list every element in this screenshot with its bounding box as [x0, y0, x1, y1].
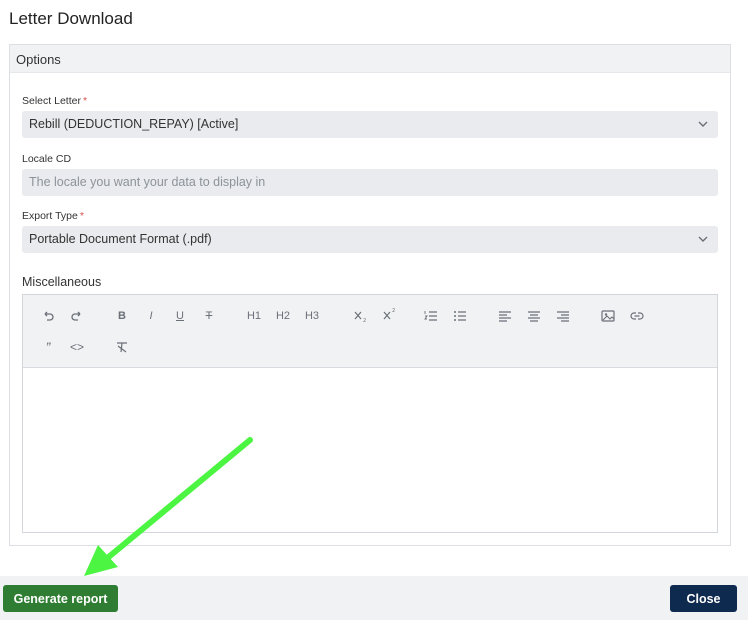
- options-header: Options: [10, 45, 730, 73]
- locale-cd-label: Locale CD: [22, 153, 72, 165]
- ordered-list-icon[interactable]: [421, 306, 441, 326]
- export-type-label-text: Export Type: [22, 210, 78, 222]
- strikethrough-button[interactable]: T: [199, 306, 219, 326]
- select-letter-label-text: Select Letter: [22, 95, 81, 107]
- svg-text:2: 2: [392, 308, 395, 314]
- chevron-down-icon: [698, 236, 708, 242]
- locale-cd-input[interactable]: The locale you want your data to display…: [22, 169, 718, 196]
- editor-content-area[interactable]: [23, 368, 717, 532]
- code-button[interactable]: <>: [67, 337, 87, 357]
- locale-cd-placeholder: The locale you want your data to display…: [29, 175, 266, 189]
- editor-toolbar: B I U T H1 H2 H3 2 2 ” <>: [23, 295, 717, 368]
- redo-icon[interactable]: [67, 306, 87, 326]
- align-right-icon[interactable]: [553, 306, 573, 326]
- required-mark: *: [82, 95, 88, 107]
- rich-text-editor: B I U T H1 H2 H3 2 2 ” <>: [22, 294, 718, 533]
- align-left-icon[interactable]: [495, 306, 515, 326]
- required-mark: *: [79, 210, 84, 222]
- underline-button[interactable]: U: [170, 306, 190, 326]
- chevron-down-icon: [698, 121, 708, 127]
- svg-text:2: 2: [363, 318, 366, 323]
- close-button[interactable]: Close: [670, 585, 737, 612]
- export-type-dropdown[interactable]: Portable Document Format (.pdf): [22, 226, 718, 253]
- select-letter-value: Rebill (DEDUCTION_REPAY) [Active]: [29, 117, 239, 131]
- options-panel: Options Select Letter * Rebill (DEDUCTION…: [9, 44, 731, 546]
- heading-3-button[interactable]: H3: [302, 306, 322, 326]
- generate-report-button[interactable]: Generate report: [3, 585, 118, 612]
- blockquote-button[interactable]: ”: [38, 337, 58, 357]
- subscript-icon[interactable]: 2: [351, 306, 371, 326]
- heading-2-button[interactable]: H2: [273, 306, 293, 326]
- undo-icon[interactable]: [38, 306, 58, 326]
- export-type-label: Export Type *: [22, 210, 84, 222]
- bold-button[interactable]: B: [112, 306, 132, 326]
- clear-format-icon[interactable]: [112, 337, 132, 357]
- align-center-icon[interactable]: [524, 306, 544, 326]
- export-type-value: Portable Document Format (.pdf): [29, 232, 212, 246]
- italic-button[interactable]: I: [141, 306, 161, 326]
- dialog-title: Letter Download: [9, 9, 133, 28]
- dialog-footer: Generate report Close: [0, 576, 748, 620]
- select-letter-label: Select Letter *: [22, 95, 87, 107]
- superscript-icon[interactable]: 2: [380, 304, 400, 324]
- image-icon[interactable]: [598, 306, 618, 326]
- link-icon[interactable]: [627, 306, 647, 326]
- select-letter-dropdown[interactable]: Rebill (DEDUCTION_REPAY) [Active]: [22, 111, 718, 138]
- heading-1-button[interactable]: H1: [244, 306, 264, 326]
- misc-label: Miscellaneous: [22, 275, 102, 289]
- bullet-list-icon[interactable]: [450, 306, 470, 326]
